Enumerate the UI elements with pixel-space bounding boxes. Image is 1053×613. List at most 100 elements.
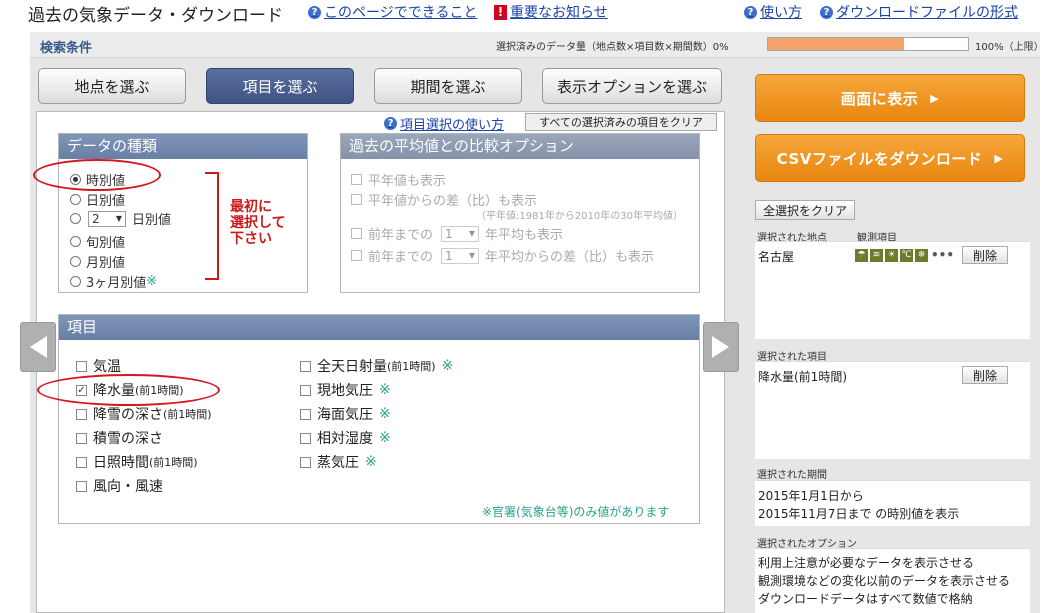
n-days-select[interactable]: 2 ▼ [88, 210, 126, 227]
radio-button[interactable] [70, 236, 81, 247]
item-checkbox-row[interactable]: 相対湿度 ※ [300, 428, 391, 448]
radio-button[interactable] [70, 213, 81, 224]
highlight-ellipse-hourly [33, 159, 161, 191]
play-arrow-icon: ▶ [994, 151, 1004, 165]
period-start: 2015年1月1日から [758, 489, 864, 503]
tab-select-period[interactable]: 期間を選ぶ [374, 68, 522, 104]
items-note: ※官署(気象台等)のみ値があります [482, 505, 670, 519]
radio-3month[interactable]: 3ヶ月別値 ※ [70, 272, 157, 291]
dropdown-arrow-icon: ▼ [468, 251, 476, 260]
search-conditions-bar: 検索条件 選択済みのデータ量（地点数×項目数×期間数）0% 100%（上限） [30, 32, 1044, 58]
data-limit-text: 100%（上限） [975, 42, 1044, 53]
tab-select-items[interactable]: 項目を選ぶ [206, 68, 354, 104]
show-on-screen-button[interactable]: 画面に表示 ▶ [755, 74, 1025, 122]
question-icon: ? [744, 5, 757, 19]
items-title: 項目 [59, 315, 699, 340]
clear-all-selected-button[interactable]: すべての選択済みの項目をクリア [525, 113, 717, 131]
annotation-bracket [205, 172, 219, 280]
checkbox[interactable] [76, 432, 87, 444]
radio-button[interactable] [70, 256, 81, 267]
radio-10day[interactable]: 旬別値 [70, 232, 125, 251]
checkbox[interactable] [300, 456, 311, 468]
checkbox[interactable] [351, 194, 362, 205]
clear-selection-button[interactable]: 全選択をクリア [755, 200, 855, 220]
item-selection-help-link[interactable]: ? 項目選択の使い方 [384, 114, 504, 133]
opt-prev-years-diff[interactable]: 前年までの 1 ▼ 年平均からの差（比）も表示 [351, 246, 654, 265]
page-title: 過去の気象データ・ダウンロード [28, 6, 283, 26]
radio-daily[interactable]: 日別値 [70, 190, 125, 209]
checkbox[interactable] [76, 360, 87, 372]
checkbox[interactable] [76, 480, 87, 492]
checkbox[interactable] [300, 408, 311, 420]
opt-show-normal[interactable]: 平年値も表示 [351, 170, 446, 189]
checkbox[interactable] [300, 432, 311, 444]
comparison-options-title: 過去の平均値との比較オプション [341, 134, 699, 159]
conditions-label: 検索条件 [40, 41, 93, 56]
progress-fill [768, 38, 904, 50]
checkbox[interactable] [76, 408, 87, 420]
element-icons: ☂ ≋ ☀ ℃ ❄ ••• [855, 248, 954, 262]
snow-icon: ❄ [915, 248, 928, 262]
checkbox[interactable] [300, 360, 311, 372]
arrow-left-icon [30, 336, 47, 358]
item-checkbox-row[interactable]: 降雪の深さ (前1時間) [76, 404, 212, 424]
radio-n-daily[interactable]: 2 ▼ 日別値 [70, 209, 171, 228]
checkbox[interactable] [351, 228, 362, 239]
data-amount-text: 選択済みのデータ量（地点数×項目数×期間数）0% [496, 42, 729, 53]
radio-button[interactable] [70, 194, 81, 205]
question-icon: ? [384, 117, 397, 130]
option-line: 利用上注意が必要なデータを表示させる [758, 556, 975, 570]
download-csv-button[interactable]: CSVファイルをダウンロード ▶ [755, 134, 1025, 182]
checkbox[interactable] [76, 456, 87, 468]
wind-icon: ≋ [870, 248, 883, 262]
option-line: ダウンロードデータはすべて数値で格納 [758, 592, 973, 606]
checkbox[interactable] [300, 384, 311, 396]
prev-years-select[interactable]: 1 ▼ [441, 225, 480, 242]
question-icon: ? [820, 5, 833, 19]
item-checkbox-row[interactable]: 海面気圧 ※ [300, 404, 391, 424]
more-icon: ••• [931, 248, 955, 262]
precipitation-icon: ☂ [855, 248, 868, 262]
temperature-icon: ℃ [900, 248, 913, 262]
item-checkbox-row[interactable]: 現地気圧 ※ [300, 380, 391, 400]
delete-station-button[interactable]: 削除 [962, 246, 1008, 264]
question-icon: ? [308, 5, 321, 19]
option-line: 観測環境などの変化以前のデータを表示させる [758, 574, 1011, 588]
checkbox[interactable] [351, 174, 362, 185]
header: 過去の気象データ・ダウンロード ? このページでできること ! 重要なお知らせ ? 使… [0, 0, 1053, 26]
selected-item-name: 降水量(前1時間) [758, 370, 847, 384]
opt-prev-years-avg[interactable]: 前年までの 1 ▼ 年平均も表示 [351, 224, 563, 243]
dropdown-arrow-icon: ▼ [115, 214, 122, 223]
prev-years-diff-select[interactable]: 1 ▼ [441, 247, 480, 264]
item-checkbox-row[interactable]: 気温 [76, 356, 121, 376]
normal-note: （平年値:1981年から2010年の30年平均値） [476, 211, 683, 222]
tab-select-station[interactable]: 地点を選ぶ [38, 68, 186, 104]
item-checkbox-row[interactable]: 全天日射量 (前1時間) ※ [300, 356, 453, 376]
important-notice-link[interactable]: ! 重要なお知らせ [494, 2, 608, 22]
arrow-right-icon [712, 336, 729, 358]
highlight-ellipse-precipitation [37, 374, 220, 406]
dropdown-arrow-icon: ▼ [468, 229, 476, 238]
item-checkbox-row[interactable]: 積雪の深さ [76, 428, 163, 448]
data-amount-progress [767, 37, 969, 51]
prev-step-button[interactable] [20, 322, 56, 372]
tab-select-display-options[interactable]: 表示オプションを選ぶ [542, 68, 722, 104]
selected-period-label: 選択された期間 [757, 470, 827, 481]
sun-icon: ☀ [885, 248, 898, 262]
next-step-button[interactable] [703, 322, 739, 372]
item-checkbox-row[interactable]: 風向・風速 [76, 476, 163, 496]
period-end: 2015年11月7日まで の時別値を表示 [758, 507, 960, 521]
file-format-link[interactable]: ? ダウンロードファイルの形式 [820, 2, 1018, 22]
delete-item-button[interactable]: 削除 [962, 366, 1008, 384]
usage-link[interactable]: ? 使い方 [744, 2, 802, 22]
radio-monthly[interactable]: 月別値 [70, 252, 125, 271]
item-checkbox-row[interactable]: 日照時間 (前1時間) [76, 452, 198, 472]
station-name: 名古屋 [758, 250, 795, 264]
item-checkbox-row[interactable]: 蒸気圧 ※ [300, 452, 377, 472]
data-type-title: データの種類 [59, 134, 307, 159]
checkbox[interactable] [351, 250, 362, 261]
about-page-link[interactable]: ? このページでできること [308, 2, 477, 22]
radio-button[interactable] [70, 276, 81, 287]
play-arrow-icon: ▶ [930, 91, 940, 105]
exclamation-icon: ! [494, 4, 507, 20]
